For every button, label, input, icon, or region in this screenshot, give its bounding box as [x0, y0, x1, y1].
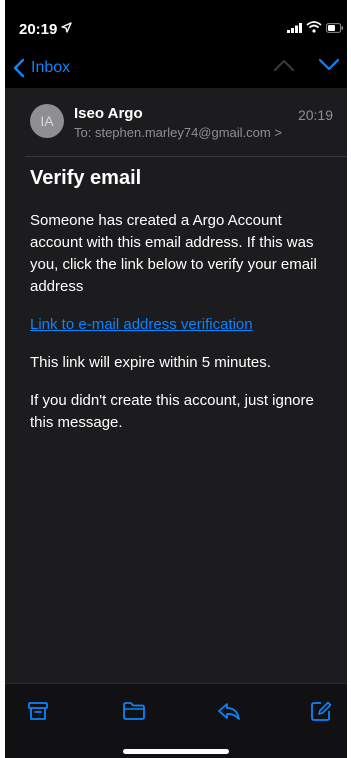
- recipient-line[interactable]: To: stephen.marley74@gmail.com >: [74, 125, 282, 140]
- verification-link-paragraph: Link to e-mail address verification: [30, 314, 338, 336]
- back-label: Inbox: [31, 59, 71, 76]
- status-time: 20:19: [19, 21, 58, 38]
- wifi-icon: [306, 21, 322, 33]
- sender-name[interactable]: Iseo Argo: [74, 105, 143, 122]
- chevron-down-icon[interactable]: [318, 58, 340, 72]
- chevron-left-icon: [13, 58, 25, 78]
- back-to-inbox-button[interactable]: Inbox: [13, 56, 70, 80]
- archive-icon[interactable]: [27, 700, 49, 722]
- body-paragraph: Someone has created a Argo Account accou…: [30, 212, 317, 295]
- compose-icon[interactable]: [310, 700, 332, 722]
- message-header: IA Iseo Argo 20:19 To: stephen.marley74@…: [5, 88, 347, 157]
- battery-icon: [326, 23, 344, 33]
- chevron-up-icon[interactable]: [273, 58, 295, 72]
- folder-icon[interactable]: [122, 700, 146, 722]
- avatar-initials: IA: [40, 113, 54, 129]
- navigation-bar: Inbox: [5, 46, 347, 88]
- message-time: 20:19: [297, 107, 333, 123]
- ignore-paragraph: If you didn't create this account, just …: [30, 392, 314, 431]
- message-view: IA Iseo Argo 20:19 To: stephen.marley74@…: [5, 88, 347, 431]
- bottom-toolbar: [5, 683, 347, 758]
- mail-app-screen: 20:19 Inbox IA Iseo Argo 20:19 To: steph…: [5, 0, 347, 758]
- reply-icon[interactable]: [217, 700, 241, 722]
- status-bar: 20:19: [5, 0, 347, 46]
- message-body: Verify email Someone has created a Argo …: [30, 167, 338, 450]
- location-arrow-icon: [61, 22, 72, 33]
- divider: [25, 156, 347, 157]
- home-indicator[interactable]: [123, 749, 229, 754]
- cellular-signal-icon: [287, 23, 302, 33]
- message-subject: Verify email: [30, 167, 142, 189]
- expiry-paragraph: This link will expire within 5 minutes.: [30, 354, 271, 371]
- avatar[interactable]: IA: [30, 104, 64, 138]
- verification-link[interactable]: Link to e-mail address verification: [30, 314, 338, 336]
